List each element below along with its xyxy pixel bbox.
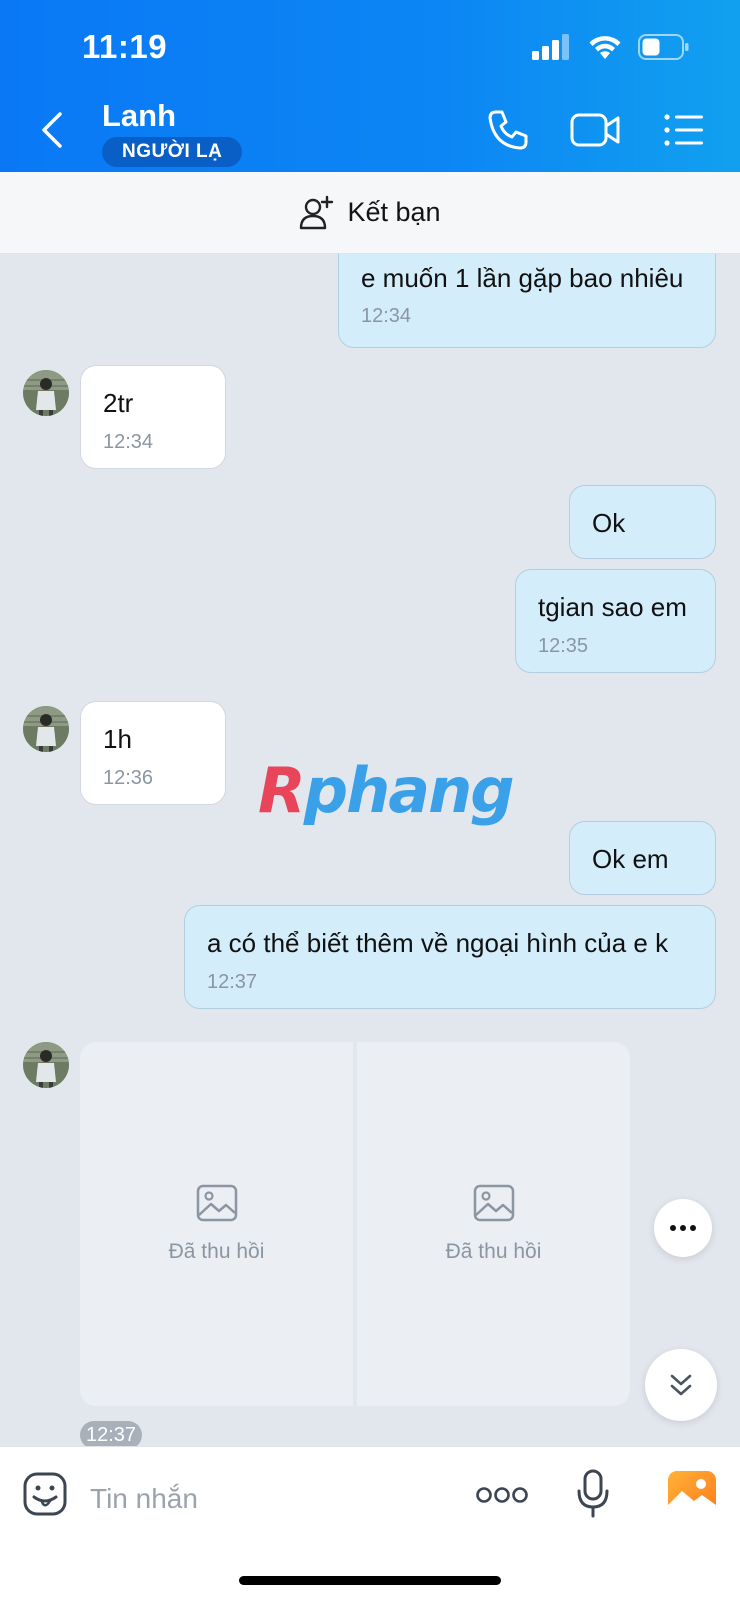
message-time: 12:36 — [103, 767, 154, 789]
video-call-icon[interactable] — [570, 108, 622, 152]
phone-icon[interactable] — [486, 108, 530, 152]
message-text: Ok — [592, 508, 626, 538]
microphone-icon[interactable] — [576, 1469, 610, 1519]
avatar-photo — [23, 370, 69, 416]
scroll-to-bottom-button[interactable] — [645, 1349, 717, 1421]
message-bubble-outgoing[interactable]: Ok — [569, 485, 716, 559]
avatar[interactable] — [23, 1042, 69, 1088]
recalled-image-item[interactable]: Đã thu hồi — [80, 1042, 353, 1406]
more-dots-icon[interactable] — [476, 1485, 528, 1505]
message-text: Ok em — [592, 844, 669, 874]
message-bubble-outgoing[interactable]: Ok em — [569, 821, 716, 895]
stranger-badge: NGƯỜI LẠ — [102, 137, 243, 167]
cellular-signal-icon — [532, 34, 569, 60]
message-text: tgian sao em — [538, 592, 687, 622]
more-options-button[interactable] — [654, 1199, 712, 1257]
message-text: 2tr — [103, 388, 134, 418]
photo-gallery-icon[interactable] — [668, 1471, 716, 1515]
message-text: e muốn 1 lần gặp bao nhiêu — [361, 263, 684, 293]
recalled-image-item[interactable]: Đã thu hồi — [357, 1042, 630, 1406]
media-message-recalled[interactable]: Đã thu hồi Đã thu hồi — [80, 1042, 630, 1406]
image-icon — [196, 1184, 237, 1222]
menu-list-icon[interactable] — [663, 108, 705, 152]
contact-name[interactable]: Lanh — [102, 98, 176, 134]
message-time: 12:35 — [538, 635, 589, 657]
message-bubble-outgoing[interactable]: a có thể biết thêm về ngoại hình của e k… — [184, 905, 716, 1009]
avatar[interactable] — [23, 370, 69, 416]
image-icon — [473, 1184, 514, 1222]
add-user-icon — [300, 195, 334, 229]
message-input[interactable] — [90, 1477, 450, 1521]
home-indicator — [239, 1576, 501, 1585]
add-friend-button[interactable]: Kết bạn — [0, 172, 740, 254]
message-time: 12:34 — [103, 431, 154, 453]
back-icon[interactable] — [36, 108, 72, 152]
status-time: 11:19 — [82, 28, 168, 65]
avatar-photo — [23, 1042, 69, 1088]
message-list[interactable]: e muốn 1 lần gặp bao nhiêu 12:34 2tr 12:… — [0, 254, 740, 1446]
message-bubble-incoming[interactable]: 1h 12:36 — [80, 701, 226, 805]
double-chevron-down-icon — [670, 1374, 692, 1396]
watermark-logo: Rphang — [258, 754, 515, 827]
avatar-photo — [23, 706, 69, 752]
message-time: 12:34 — [361, 305, 412, 327]
sticker-icon[interactable] — [22, 1471, 68, 1517]
more-dots-icon — [670, 1225, 696, 1231]
status-icons — [532, 34, 690, 60]
recalled-label: Đã thu hồi — [168, 1240, 265, 1263]
message-bubble-outgoing[interactable]: e muốn 1 lần gặp bao nhiêu 12:34 — [338, 254, 716, 348]
message-text: a có thể biết thêm về ngoại hình của e k — [207, 928, 669, 958]
media-message-time: 12:37 — [80, 1421, 143, 1446]
add-friend-label: Kết bạn — [347, 197, 441, 227]
chat-header: 11:19 Lanh NGƯỜI LẠ — [0, 0, 740, 172]
wifi-icon — [589, 36, 621, 59]
battery-icon — [638, 34, 689, 60]
message-bubble-outgoing[interactable]: tgian sao em 12:35 — [515, 569, 716, 673]
recalled-label: Đã thu hồi — [445, 1240, 542, 1263]
message-time: 12:37 — [207, 971, 258, 993]
message-text: 1h — [103, 724, 132, 754]
avatar[interactable] — [23, 706, 69, 752]
message-bubble-incoming[interactable]: 2tr 12:34 — [80, 365, 226, 469]
